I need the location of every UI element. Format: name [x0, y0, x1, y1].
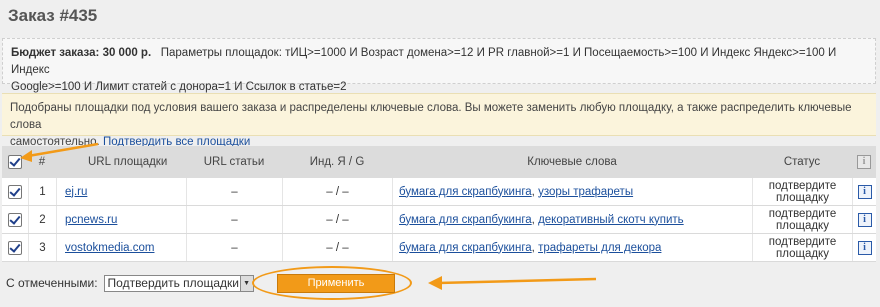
keyword-link[interactable]: узоры трафареты — [538, 186, 633, 198]
header-article: URL статьи — [203, 156, 265, 168]
table-row: 2 pcnews.ru – – / – бумага для скрапбуки… — [2, 206, 876, 234]
select-all-cell — [2, 155, 28, 169]
row-url-cell: pcnews.ru — [56, 206, 186, 233]
keyword-link[interactable]: бумага для скрапбукинга — [399, 242, 532, 254]
info-icon: i — [857, 155, 871, 169]
site-url-link[interactable]: pcnews.ru — [65, 214, 117, 226]
order-budget-panel: Бюджет заказа: 30 000 р. Параметры площа… — [2, 38, 876, 93]
row-checkbox[interactable] — [8, 184, 22, 199]
row-article: – — [186, 178, 282, 205]
row-status: подтвердите площадку — [752, 234, 852, 261]
row-num: 2 — [28, 206, 56, 233]
order-page: Заказ #435 Бюджет заказа: 30 000 р. Пара… — [0, 0, 880, 307]
row-index: – / – — [282, 178, 392, 205]
row-checkbox[interactable] — [8, 240, 22, 255]
page-title: Заказ #435 — [8, 6, 98, 25]
budget-amount: 30 000 р. — [102, 47, 152, 59]
table-row: 3 vostokmedia.com – – / – бумага для скр… — [2, 234, 876, 262]
chevron-down-icon: ▼ — [239, 275, 253, 291]
row-checkbox-cell — [2, 212, 28, 227]
header-url: URL площадки — [88, 156, 168, 168]
apply-button[interactable]: Применить — [277, 274, 395, 293]
header-info-cell: i — [852, 155, 876, 169]
keyword-sep: , — [531, 185, 535, 198]
sites-table: # URL площадки URL статьи Инд. Я / G Клю… — [2, 146, 876, 262]
row-status: подтвердите площадку — [752, 178, 852, 205]
row-keywords: бумага для скрапбукинга, декоративный ск… — [392, 206, 752, 233]
row-num: 1 — [28, 178, 56, 205]
table-row: 1 ej.ru – – / – бумага для скрапбукинга,… — [2, 178, 876, 206]
header-num: # — [38, 156, 46, 168]
row-checkbox-cell — [2, 240, 28, 255]
info-icon[interactable]: i — [857, 240, 872, 255]
keyword-link[interactable]: бумага для скрапбукинга — [399, 186, 532, 198]
select-all-checkbox[interactable] — [8, 155, 22, 169]
row-url-cell: ej.ru — [56, 178, 186, 205]
bulk-action-select[interactable]: Подтвердить площадки ▼ — [103, 274, 254, 292]
site-url-link[interactable]: vostokmedia.com — [65, 242, 154, 254]
info-icon[interactable]: i — [857, 212, 872, 227]
notice-panel: Подобраны площадки под условия вашего за… — [2, 93, 876, 148]
header-index: Инд. Я / G — [309, 156, 365, 168]
keyword-link[interactable]: декоративный скотч купить — [538, 214, 684, 226]
row-index: – / – — [282, 234, 392, 261]
bulk-label: С отмеченными: — [6, 276, 98, 290]
row-info-cell: i — [852, 234, 876, 261]
row-num: 3 — [28, 234, 56, 261]
budget-label: Бюджет заказа: — [11, 47, 100, 59]
bulk-actions-bar: С отмеченными: Подтвердить площадки ▼ — [0, 268, 880, 298]
keyword-sep: , — [531, 241, 535, 254]
site-url-link[interactable]: ej.ru — [65, 186, 87, 198]
row-checkbox-cell — [2, 184, 28, 199]
notice-text-line1: Подобраны площадки под условия вашего за… — [10, 102, 852, 131]
bulk-selected-option: Подтвердить площадки — [107, 276, 239, 290]
row-keywords: бумага для скрапбукинга, трафареты для д… — [392, 234, 752, 261]
header-status: Статус — [783, 156, 821, 168]
header-keywords: Ключевые слова — [527, 156, 617, 168]
row-info-cell: i — [852, 178, 876, 205]
row-checkbox[interactable] — [8, 212, 22, 227]
row-keywords: бумага для скрапбукинга, узоры трафареты — [392, 178, 752, 205]
keyword-link[interactable]: бумага для скрапбукинга — [399, 214, 532, 226]
row-article: – — [186, 206, 282, 233]
row-index: – / – — [282, 206, 392, 233]
row-status: подтвердите площадку — [752, 206, 852, 233]
keyword-link[interactable]: трафареты для декора — [538, 242, 661, 254]
row-url-cell: vostokmedia.com — [56, 234, 186, 261]
info-icon[interactable]: i — [857, 184, 872, 199]
keyword-sep: , — [531, 213, 535, 226]
row-article: – — [186, 234, 282, 261]
table-header: # URL площадки URL статьи Инд. Я / G Клю… — [2, 146, 876, 178]
row-info-cell: i — [852, 206, 876, 233]
